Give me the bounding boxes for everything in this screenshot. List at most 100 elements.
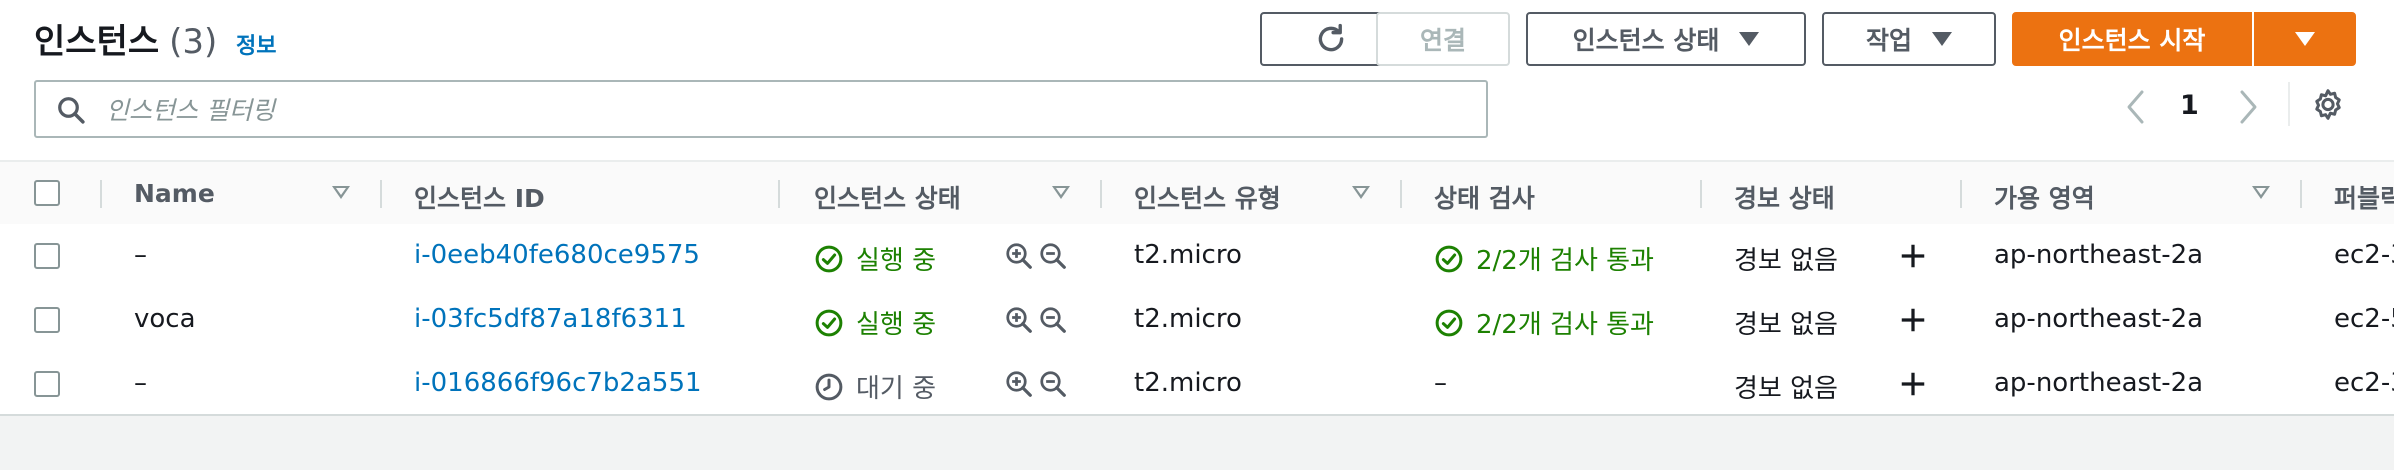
public-dns: ec2-5 xyxy=(2334,304,2394,334)
column-divider xyxy=(1100,180,1102,208)
instance-state: 실행 중 xyxy=(814,304,936,341)
launch-instances-label: 인스턴스 시작 xyxy=(2058,26,2206,55)
instance-state-text: 대기 중 xyxy=(856,374,937,404)
zoom-in-icon[interactable] xyxy=(1004,369,1034,399)
column-header-instance-type[interactable]: 인스턴스 유형 xyxy=(1134,179,1281,215)
instance-state-label: 인스턴스 상태 xyxy=(1572,26,1720,55)
instance-name: – xyxy=(134,240,147,270)
instance-type: t2.micro xyxy=(1134,240,1242,270)
instance-id-link[interactable]: i-0eeb40fe680ce9575 xyxy=(414,240,700,270)
launch-options-dropdown[interactable] xyxy=(2254,12,2356,66)
sort-icon[interactable] xyxy=(1352,186,1370,199)
zoom-controls xyxy=(1004,305,1068,335)
alarm-status: 경보 없음 xyxy=(1734,310,1838,340)
column-header-availability-zone[interactable]: 가용 영역 xyxy=(1994,179,2095,215)
search-icon xyxy=(58,97,85,124)
column-divider xyxy=(778,180,780,208)
instance-state-text: 실행 중 xyxy=(856,246,937,276)
page-title-text: 인스턴스 xyxy=(34,22,160,62)
instance-count: (3) xyxy=(169,22,218,62)
zoom-in-icon[interactable] xyxy=(1004,241,1034,271)
info-link[interactable]: 정보 xyxy=(236,28,276,60)
column-header-alarm-status[interactable]: 경보 상태 xyxy=(1734,179,1835,215)
column-header-instance-id[interactable]: 인스턴스 ID xyxy=(414,179,545,215)
availability-zone: ap-northeast-2a xyxy=(1994,368,2204,398)
instance-type: t2.micro xyxy=(1134,304,1242,334)
settings-gear-icon[interactable] xyxy=(2310,88,2346,124)
column-header-public-dns[interactable]: 퍼블릭 xyxy=(2334,179,2394,215)
check-circle-icon xyxy=(815,245,843,272)
status-check-text: 2/2개 검사 통과 xyxy=(1476,246,1654,276)
sort-icon[interactable] xyxy=(2252,186,2270,199)
zoom-out-icon[interactable] xyxy=(1038,241,1068,271)
availability-zone: ap-northeast-2a xyxy=(1994,304,2204,334)
status-check-text: – xyxy=(1434,368,1447,398)
alarm-status: 경보 없음 xyxy=(1734,246,1838,276)
public-dns: ec2-3 xyxy=(2334,240,2394,270)
check-circle-icon xyxy=(1435,309,1463,336)
instance-name: – xyxy=(134,368,147,398)
caret-down-icon xyxy=(2295,32,2315,46)
actions-label: 작업 xyxy=(1865,26,1912,55)
actions-dropdown[interactable]: 작업 xyxy=(1822,12,1996,66)
check-circle-icon xyxy=(815,309,843,336)
sort-icon[interactable] xyxy=(332,186,350,199)
table-row[interactable]: voca i-03fc5df87a18f6311 실행 중 t2.micro 2… xyxy=(0,288,2394,354)
column-header-instance-state[interactable]: 인스턴스 상태 xyxy=(814,179,961,215)
availability-zone: ap-northeast-2a xyxy=(1994,240,2204,270)
instance-name: voca xyxy=(134,304,196,334)
caret-down-icon xyxy=(1932,32,1952,46)
instance-state-text: 실행 중 xyxy=(856,310,937,340)
row-checkbox[interactable] xyxy=(34,371,60,397)
connect-button-label: 연결 xyxy=(1419,26,1466,55)
instance-state: 실행 중 xyxy=(814,240,936,277)
connect-button[interactable]: 연결 xyxy=(1376,12,1510,66)
instance-id-link[interactable]: i-03fc5df87a18f6311 xyxy=(414,304,687,334)
pagination-divider xyxy=(2288,82,2290,126)
table-row[interactable]: – i-016866f96c7b2a551 대기 중 t2.micro – 경보… xyxy=(0,352,2394,414)
launch-instances-button[interactable]: 인스턴스 시작 xyxy=(2012,12,2252,66)
column-header-status-check[interactable]: 상태 검사 xyxy=(1434,179,1535,215)
check-circle-icon xyxy=(1435,245,1463,272)
instance-id-link[interactable]: i-016866f96c7b2a551 xyxy=(414,368,702,398)
column-divider xyxy=(1400,180,1402,208)
add-alarm-icon[interactable] xyxy=(1898,369,1928,399)
column-header-name[interactable]: Name xyxy=(134,179,215,208)
search-bar[interactable] xyxy=(34,80,1488,138)
row-checkbox[interactable] xyxy=(34,307,60,333)
row-checkbox[interactable] xyxy=(34,243,60,269)
status-check: 2/2개 검사 통과 xyxy=(1434,240,1654,277)
zoom-in-icon[interactable] xyxy=(1004,305,1034,335)
column-divider xyxy=(1700,180,1702,208)
next-page-icon[interactable] xyxy=(2236,88,2260,126)
column-divider xyxy=(380,180,382,208)
refresh-icon xyxy=(1318,23,1344,52)
instance-type: t2.micro xyxy=(1134,368,1242,398)
zoom-out-icon[interactable] xyxy=(1038,369,1068,399)
caret-down-icon xyxy=(1739,32,1760,46)
table-row[interactable]: – i-0eeb40fe680ce9575 실행 중 t2.micro 2/2개… xyxy=(0,224,2394,290)
search-input[interactable] xyxy=(104,90,1468,130)
current-page-number[interactable]: 1 xyxy=(2180,90,2199,121)
clock-icon xyxy=(815,373,843,400)
column-divider xyxy=(100,180,102,208)
status-check-text: 2/2개 검사 통과 xyxy=(1476,310,1654,340)
column-divider xyxy=(1960,180,1962,208)
sort-icon[interactable] xyxy=(1052,186,1070,199)
previous-page-icon[interactable] xyxy=(2124,88,2148,126)
zoom-controls xyxy=(1004,241,1068,271)
add-alarm-icon[interactable] xyxy=(1898,241,1928,271)
zoom-out-icon[interactable] xyxy=(1038,305,1068,335)
table-header: Name 인스턴스 ID 인스턴스 상태 인스턴스 유형 상태 검사 경보 상태… xyxy=(0,160,2394,228)
select-all-checkbox[interactable] xyxy=(34,180,60,206)
status-check: 2/2개 검사 통과 xyxy=(1434,304,1654,341)
instance-state-dropdown[interactable]: 인스턴스 상태 xyxy=(1526,12,1806,66)
column-divider xyxy=(2300,180,2302,208)
alarm-status: 경보 없음 xyxy=(1734,374,1838,404)
instances-panel: 인스턴스 (3) 정보 연결 인스턴스 상태 작업 인스턴스 시작 1 xyxy=(0,0,2394,416)
add-alarm-icon[interactable] xyxy=(1898,305,1928,335)
public-dns: ec2-3 xyxy=(2334,368,2394,398)
zoom-controls xyxy=(1004,369,1068,399)
instance-state: 대기 중 xyxy=(814,368,936,405)
page-title: 인스턴스 (3) xyxy=(34,14,217,63)
